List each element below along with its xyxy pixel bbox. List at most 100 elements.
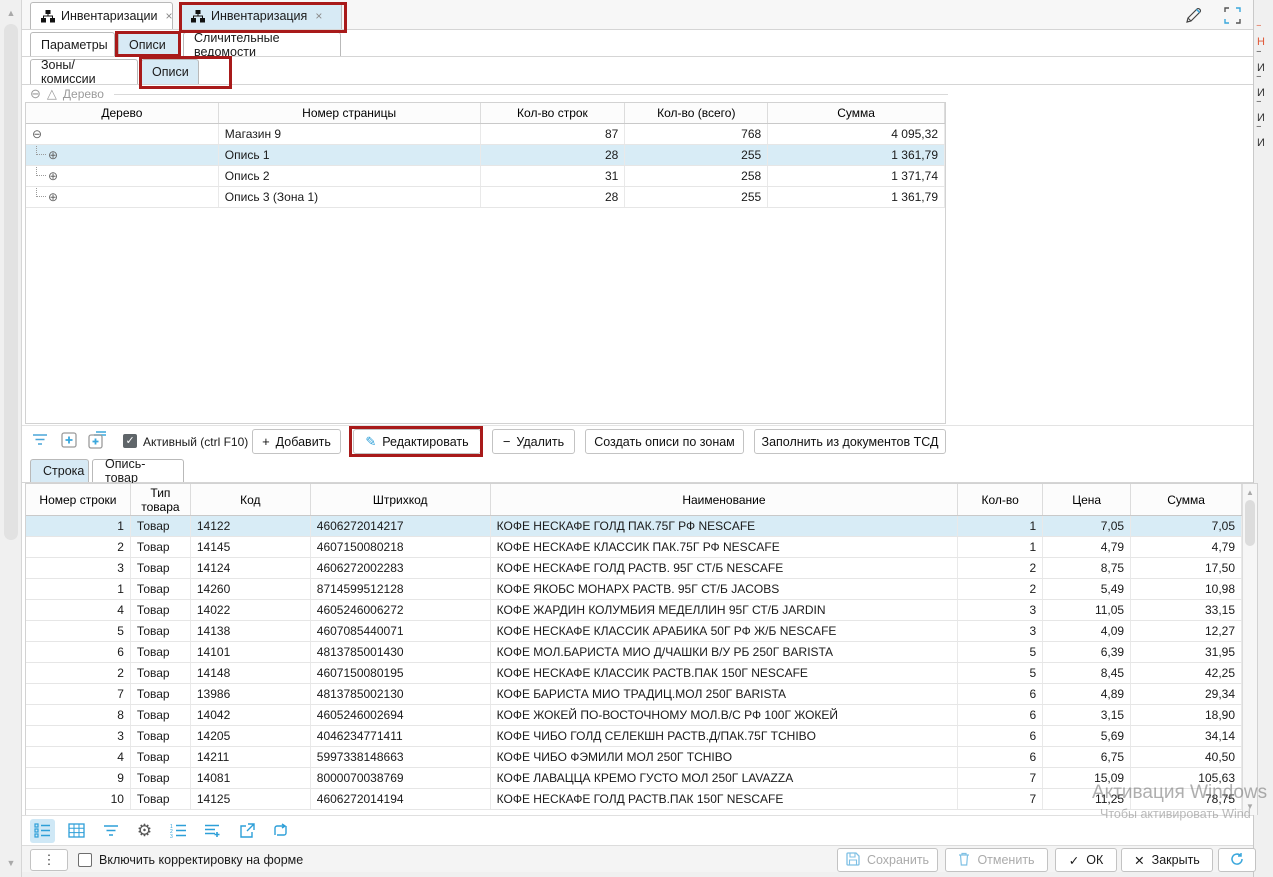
tree-expander-cell[interactable]: ⊖ <box>26 124 219 144</box>
external-link-icon[interactable] <box>234 819 259 843</box>
column-header[interactable]: Кол-во строк <box>481 103 626 123</box>
refresh-button[interactable] <box>1218 848 1256 872</box>
scroll-up-icon[interactable]: ▲ <box>1243 488 1257 497</box>
scroll-down-icon[interactable]: ▼ <box>4 858 18 868</box>
table-cell: КОФЕ ЧИБО ГОЛД СЕЛЕКШН РАСТВ.Д/ПАК.75Г T… <box>491 726 959 746</box>
tree-row[interactable]: ⊕Опись 2312581 371,74 <box>26 166 945 187</box>
column-header[interactable]: Номер страницы <box>219 103 481 123</box>
table-cell: 8 <box>26 705 131 725</box>
tree-row[interactable]: ⊕Опись 1282551 361,79 <box>26 145 945 166</box>
column-header[interactable]: Сумма <box>768 103 945 123</box>
table-row[interactable]: 4Товар140224605246006272КОФЕ ЖАРДИН КОЛУ… <box>26 600 1242 621</box>
tab-label: Сличительные ведомости <box>194 31 330 59</box>
column-header[interactable]: Кол-во <box>958 484 1043 515</box>
table-row[interactable]: 2Товар141484607150080195КОФЕ НЕСКАФЕ КЛА… <box>26 663 1242 684</box>
fill-from-tsd-button[interactable]: Заполнить из документов ТСД <box>754 429 946 454</box>
sort-triangle-icon[interactable]: △ <box>47 86 57 102</box>
add-button[interactable]: +Добавить <box>252 429 341 454</box>
table-row[interactable]: 1Товар141224606272014217КОФЕ НЕСКАФЕ ГОЛ… <box>26 516 1242 537</box>
table-row[interactable]: 2Товар141454607150080218КОФЕ НЕСКАФЕ КЛА… <box>26 537 1242 558</box>
tab-opisi-inner[interactable]: Описи <box>141 59 199 84</box>
close-icon[interactable]: × <box>166 9 173 23</box>
table-row[interactable]: 8Товар140424605246002694КОФЕ ЖОКЕЙ ПО-ВО… <box>26 705 1242 726</box>
save-button[interactable]: Сохранить <box>837 848 938 872</box>
add-document-icon[interactable] <box>60 431 78 452</box>
ok-button[interactable]: ✓ ОК <box>1055 848 1117 872</box>
repeat-icon[interactable] <box>268 819 293 843</box>
table-row[interactable]: 1Товар142608714599512128КОФЕ ЯКОБС МОНАР… <box>26 579 1242 600</box>
active-checkbox[interactable] <box>123 434 137 448</box>
expand-icon[interactable]: ⊕ <box>48 148 58 162</box>
tab-parametry[interactable]: Параметры <box>30 32 115 56</box>
tab-slichitelnye[interactable]: Сличительные ведомости <box>183 32 341 56</box>
column-header[interactable]: Дерево <box>26 103 219 123</box>
table-row[interactable]: 6Товар141014813785001430КОФЕ МОЛ.БАРИСТА… <box>26 642 1242 663</box>
delete-button[interactable]: −Удалить <box>492 429 575 454</box>
tab-zony-komissii[interactable]: Зоны/комиссии <box>30 59 138 84</box>
tab-inventarizacii[interactable]: Инвентаризации × <box>30 2 173 29</box>
tree-row[interactable]: ⊖Магазин 9877684 095,32 <box>26 124 945 145</box>
edit-pencil-icon[interactable] <box>1184 7 1202 28</box>
table-row[interactable]: 4Товар142115997338148663КОФЕ ЧИБО ФЭМИЛИ… <box>26 747 1242 768</box>
column-header[interactable]: Цена <box>1043 484 1131 515</box>
copy-documents-icon[interactable] <box>88 431 108 452</box>
column-header[interactable]: Сумма <box>1131 484 1242 515</box>
column-header[interactable]: Номер строки <box>26 484 131 515</box>
filter-icon[interactable] <box>32 433 48 450</box>
table-row[interactable]: 3Товар141244606272002283КОФЕ НЕСКАФЕ ГОЛ… <box>26 558 1242 579</box>
expand-icon[interactable]: ⊕ <box>48 169 58 183</box>
table-row[interactable]: 3Товар142054046234771411КОФЕ ЧИБО ГОЛД С… <box>26 726 1242 747</box>
table-cell: 4813785002130 <box>311 684 491 704</box>
table-row[interactable]: 10Товар141254606272014194КОФЕ НЕСКАФЕ ГО… <box>26 789 1242 810</box>
tab-opisi[interactable]: Описи <box>118 32 180 56</box>
filter-icon[interactable] <box>98 819 123 843</box>
edit-button[interactable]: ✎Редактировать <box>353 429 481 454</box>
tree-expander-cell[interactable]: ⊕ <box>26 187 219 207</box>
close-button[interactable]: ✕ Закрыть <box>1121 848 1213 872</box>
table-row[interactable]: 7Товар139864813785002130КОФЕ БАРИСТА МИО… <box>26 684 1242 705</box>
add-line-icon[interactable] <box>200 819 225 843</box>
table-row[interactable]: 5Товар141384607085440071КОФЕ НЕСКАФЕ КЛА… <box>26 621 1242 642</box>
list-view-icon[interactable] <box>30 819 55 843</box>
tab-inventarizaciya[interactable]: Инвентаризация × <box>180 2 342 29</box>
more-button[interactable]: ⋮ <box>30 849 68 871</box>
cancel-button[interactable]: Отменить <box>945 848 1048 872</box>
numbered-list-icon[interactable]: 123 <box>166 819 191 843</box>
create-by-zones-button[interactable]: Создать описи по зонам <box>585 429 744 454</box>
column-header[interactable]: Штрихкод <box>311 484 491 515</box>
close-icon[interactable]: × <box>315 9 322 23</box>
items-scrollbar[interactable]: ▲ ▼ <box>1242 484 1257 815</box>
table-row[interactable]: 9Товар140818000070038769КОФЕ ЛАВАЦЦА КРЕ… <box>26 768 1242 789</box>
edge-text: ‾И <box>1257 77 1265 99</box>
tree-expander-cell[interactable]: ⊕ <box>26 145 219 165</box>
table-cell: 4607150080218 <box>311 537 491 557</box>
left-scrollbar[interactable]: ▲ ▼ <box>0 0 22 877</box>
table-cell: 14148 <box>191 663 311 683</box>
table-cell: 4,89 <box>1043 684 1131 704</box>
expand-icon[interactable]: ⊕ <box>48 190 58 204</box>
tree-row[interactable]: ⊕Опись 3 (Зона 1)282551 361,79 <box>26 187 945 208</box>
table-cell: 31,95 <box>1131 642 1242 662</box>
table-cell: 4,79 <box>1043 537 1131 557</box>
scroll-thumb[interactable] <box>1245 500 1255 546</box>
collapse-icon[interactable]: ⊖ <box>30 86 41 102</box>
grid-view-icon[interactable] <box>64 819 89 843</box>
fullscreen-icon[interactable] <box>1224 7 1241 28</box>
gear-icon[interactable]: ⚙ <box>132 819 157 843</box>
scroll-thumb[interactable] <box>4 24 18 540</box>
table-cell: 4605246002694 <box>311 705 491 725</box>
column-header[interactable]: Код <box>191 484 311 515</box>
column-header[interactable]: Кол-во (всего) <box>625 103 768 123</box>
column-header[interactable]: Наименование <box>491 484 959 515</box>
column-header[interactable]: Тип товара <box>131 484 191 515</box>
tree-cell: 28 <box>481 145 626 165</box>
collapse-icon[interactable]: ⊖ <box>32 127 42 141</box>
table-cell: 34,14 <box>1131 726 1242 746</box>
table-cell: 4607150080195 <box>311 663 491 683</box>
correction-checkbox[interactable] <box>78 853 92 867</box>
windows-activation-watermark: Активация Windows <box>1092 782 1267 804</box>
scroll-up-icon[interactable]: ▲ <box>4 8 18 18</box>
tab-stroka[interactable]: Строка <box>30 459 89 482</box>
tab-opis-tovar[interactable]: Опись-товар <box>92 459 184 482</box>
tree-expander-cell[interactable]: ⊕ <box>26 166 219 186</box>
